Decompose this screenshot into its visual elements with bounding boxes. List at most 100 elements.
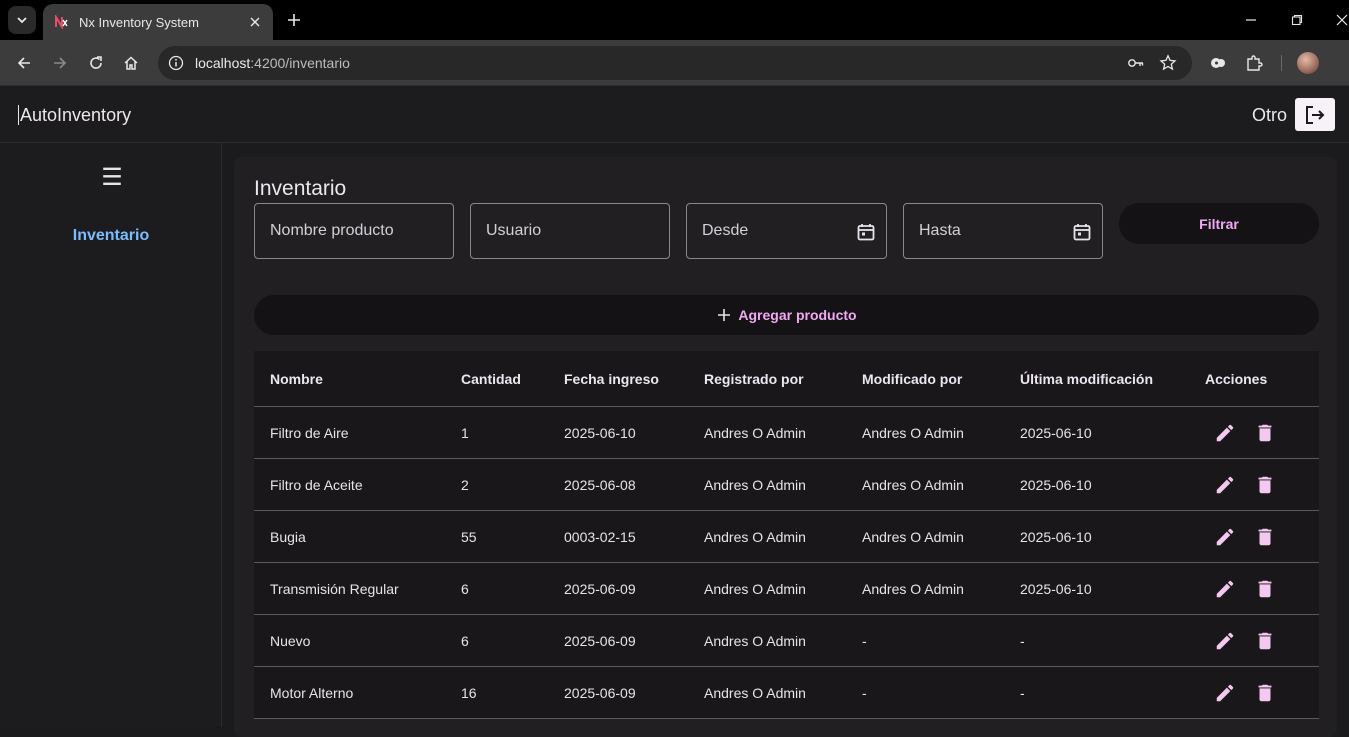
toolbar-separator <box>1281 55 1282 71</box>
reload-button[interactable] <box>85 52 107 74</box>
minimize-icon <box>1246 19 1256 21</box>
minimize-button[interactable] <box>1241 10 1261 30</box>
add-product-label: Agregar producto <box>738 307 857 323</box>
key-icon[interactable] <box>1126 53 1146 73</box>
cell-nombre: Motor Alterno <box>270 684 354 701</box>
cell-nombre: Nuevo <box>270 632 311 649</box>
table-body: Filtro de Aire 1 2025-06-10 Andres O Admin A… <box>254 407 1319 719</box>
restore-icon <box>1291 14 1303 26</box>
table-row: Bugia 55 0003-02-15 Andres O Admin Andres O … <box>254 511 1319 563</box>
nombre-producto-field[interactable] <box>254 203 454 259</box>
cell-cantidad: 1 <box>461 424 469 441</box>
close-icon <box>1336 14 1348 26</box>
browser-tab-strip: Nx Inventory System <box>0 0 1349 40</box>
browser-tab[interactable]: Nx Inventory System <box>43 4 273 40</box>
column-header[interactable]: Nombre <box>270 351 323 406</box>
table-row: Motor Alterno 16 2025-06-09 Andres O Admin -… <box>254 667 1319 719</box>
logout-button[interactable] <box>1295 98 1335 131</box>
add-product-button[interactable]: Agregar producto <box>254 295 1319 335</box>
filtrar-button[interactable]: Filtrar <box>1119 203 1319 244</box>
sidebar: ☰ Inventario <box>0 143 222 727</box>
table-row: Filtro de Aire 1 2025-06-10 Andres O Admin A… <box>254 407 1319 459</box>
plus-icon <box>716 307 732 323</box>
nombre-producto-input[interactable] <box>255 204 453 258</box>
close-icon[interactable] <box>247 14 263 30</box>
arrow-left-icon <box>17 57 30 69</box>
cell-fecha-ingreso: 0003-02-15 <box>564 528 636 545</box>
url-host: localhost <box>195 55 251 71</box>
puzzle-icon <box>1247 55 1263 71</box>
table-row: Nuevo 6 2025-06-09 Andres O Admin - - <box>254 615 1319 667</box>
profile-avatar[interactable] <box>1297 52 1319 74</box>
tab-title: Nx Inventory System <box>79 14 199 30</box>
cell-fecha-ingreso: 2025-06-09 <box>564 684 636 701</box>
trash-icon[interactable] <box>1253 577 1277 601</box>
trash-icon[interactable] <box>1253 681 1277 705</box>
arrow-right-icon <box>54 57 67 69</box>
column-header[interactable]: Última modificación <box>1020 351 1153 406</box>
forward-button[interactable] <box>49 52 71 74</box>
cell-registrado-por: Andres O Admin <box>704 424 806 441</box>
edit-icon[interactable] <box>1213 577 1237 601</box>
usuario-field[interactable] <box>470 203 670 259</box>
cell-nombre: Filtro de Aceite <box>270 476 363 493</box>
cell-nombre: Bugia <box>270 528 306 545</box>
extensions-button[interactable] <box>1243 52 1265 74</box>
info-icon[interactable] <box>166 53 186 73</box>
cell-ultima-modificacion: 2025-06-10 <box>1020 528 1092 545</box>
cell-registrado-por: Andres O Admin <box>704 580 806 597</box>
star-icon[interactable] <box>1158 53 1178 73</box>
column-header: Acciones <box>1205 370 1268 387</box>
edit-icon[interactable] <box>1213 629 1237 653</box>
cell-cantidad: 16 <box>461 684 477 701</box>
inventory-table: Nombre Cantidad Fecha ingreso Registrado… <box>254 351 1319 719</box>
app-header: AutoInventory Otro <box>0 87 1349 143</box>
cell-cantidad: 55 <box>461 528 477 545</box>
plus-icon <box>288 14 300 26</box>
restore-button[interactable] <box>1287 10 1307 30</box>
cell-ultima-modificacion: - <box>1020 632 1025 649</box>
tab-search-button[interactable] <box>8 6 36 34</box>
home-button[interactable] <box>120 52 142 74</box>
new-tab-button[interactable] <box>284 10 304 30</box>
trash-icon[interactable] <box>1253 473 1277 497</box>
trash-icon[interactable] <box>1253 629 1277 653</box>
cell-modificado-por: Andres O Admin <box>862 424 964 441</box>
window-close-button[interactable] <box>1332 10 1349 30</box>
app-brand[interactable]: AutoInventory <box>18 105 131 125</box>
cell-cantidad: 6 <box>461 580 469 597</box>
column-header[interactable]: Cantidad <box>461 351 521 406</box>
edit-icon[interactable] <box>1213 525 1237 549</box>
cell-ultima-modificacion: 2025-06-10 <box>1020 580 1092 597</box>
cell-modificado-por: Andres O Admin <box>862 580 964 597</box>
extension-blob-icon <box>1211 58 1225 68</box>
hasta-date-field[interactable] <box>903 203 1103 259</box>
column-header[interactable]: Modificado por <box>862 351 962 406</box>
cell-modificado-por: - <box>862 632 867 649</box>
cell-modificado-por: - <box>862 684 867 701</box>
menu-icon[interactable]: ☰ <box>100 163 124 192</box>
edit-icon[interactable] <box>1213 473 1237 497</box>
home-icon <box>124 56 138 70</box>
address-bar[interactable]: localhost:4200/inventario <box>158 46 1192 80</box>
edit-icon[interactable] <box>1213 681 1237 705</box>
logout-icon <box>1306 105 1325 124</box>
column-header[interactable]: Registrado por <box>704 351 804 406</box>
usuario-input[interactable] <box>471 204 669 258</box>
cell-nombre: Transmisión Regular <box>270 580 399 597</box>
cell-registrado-por: Andres O Admin <box>704 476 806 493</box>
calendar-icon[interactable] <box>854 220 878 244</box>
cell-modificado-por: Andres O Admin <box>862 476 964 493</box>
edit-icon[interactable] <box>1213 421 1237 445</box>
desde-date-field[interactable] <box>686 203 887 259</box>
url-path: :4200/inventario <box>250 55 350 71</box>
cell-cantidad: 2 <box>461 476 469 493</box>
back-button[interactable] <box>13 52 35 74</box>
trash-icon[interactable] <box>1253 421 1277 445</box>
calendar-icon[interactable] <box>1070 220 1094 244</box>
sidebar-item-inventario[interactable]: Inventario <box>0 227 222 245</box>
extension-button[interactable] <box>1207 52 1229 74</box>
column-header[interactable]: Fecha ingreso <box>564 351 659 406</box>
cell-cantidad: 6 <box>461 632 469 649</box>
trash-icon[interactable] <box>1253 525 1277 549</box>
